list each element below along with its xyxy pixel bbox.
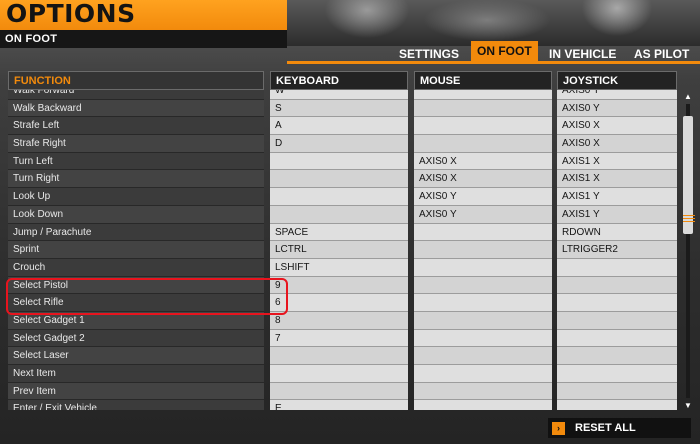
mouse-cell[interactable]	[414, 400, 552, 410]
joystick-cell[interactable]	[557, 400, 677, 410]
keyboard-cell[interactable]: LSHIFT	[270, 258, 408, 277]
mouse-cell[interactable]: AXIS0 X	[414, 152, 552, 171]
joystick-cell[interactable]: AXIS0 Y	[557, 90, 677, 100]
keyboard-cell[interactable]	[270, 188, 408, 206]
keyboard-cell[interactable]: 9	[270, 276, 408, 295]
keyboard-cell[interactable]: LCTRL	[270, 241, 408, 259]
annotation-highlight-box	[6, 278, 288, 315]
mouse-cell[interactable]: AXIS0 Y	[414, 188, 552, 206]
mouse-cell[interactable]	[414, 382, 552, 401]
reset-all-label: RESET ALL	[575, 422, 636, 434]
column-header-function: FUNCTION	[8, 71, 264, 90]
keyboard-cell[interactable]: S	[270, 99, 408, 118]
function-cell[interactable]: Crouch	[8, 258, 264, 277]
joystick-cell[interactable]: RDOWN	[557, 223, 677, 242]
function-cell[interactable]: Walk Backward	[8, 99, 264, 118]
reset-all-button[interactable]: › RESET ALL	[548, 418, 691, 438]
mouse-column: AXIS0 X AXIS0 X AXIS0 Y AXIS0 Y	[414, 90, 552, 410]
mouse-cell[interactable]: AXIS0 Y	[414, 205, 552, 224]
keyboard-cell[interactable]	[270, 365, 408, 383]
page-title: OPTIONS	[6, 0, 136, 28]
joystick-cell[interactable]: AXIS1 X	[557, 170, 677, 189]
mouse-cell[interactable]	[414, 99, 552, 118]
joystick-cell[interactable]	[557, 258, 677, 277]
tab-as-pilot[interactable]: AS PILOT	[634, 46, 689, 62]
function-cell[interactable]: Prev Item	[8, 382, 264, 401]
keyboard-cell[interactable]: 8	[270, 311, 408, 330]
keyboard-column: W S A D SPACE LCTRL LSHIFT 9 6 8 7 E	[270, 90, 408, 410]
mouse-cell[interactable]	[414, 241, 552, 259]
mouse-cell[interactable]	[414, 276, 552, 295]
function-cell[interactable]: Jump / Parachute	[8, 223, 264, 242]
function-cell[interactable]: Walk Forward	[8, 90, 264, 100]
function-cell[interactable]: Look Down	[8, 205, 264, 224]
function-cell[interactable]: Select Gadget 2	[8, 329, 264, 348]
mouse-cell[interactable]	[414, 135, 552, 153]
chevron-right-icon: ›	[552, 421, 565, 435]
joystick-cell[interactable]: AXIS1 Y	[557, 188, 677, 206]
tab-settings[interactable]: SETTINGS	[399, 46, 459, 62]
joystick-cell[interactable]: AXIS0 X	[557, 117, 677, 136]
keyboard-cell[interactable]	[270, 152, 408, 171]
keyboard-cell[interactable]: 7	[270, 329, 408, 348]
keyboard-cell[interactable]	[270, 170, 408, 189]
joystick-cell[interactable]	[557, 294, 677, 312]
function-cell[interactable]: Strafe Left	[8, 117, 264, 136]
keyboard-cell[interactable]: A	[270, 117, 408, 136]
scroll-down-icon[interactable]: ▼	[684, 401, 692, 410]
column-header-joystick: JOYSTICK	[557, 71, 677, 90]
keyboard-cell[interactable]	[270, 347, 408, 365]
keyboard-cell[interactable]	[270, 382, 408, 401]
function-cell[interactable]: Turn Right	[8, 170, 264, 189]
mouse-cell[interactable]: AXIS0 X	[414, 170, 552, 189]
mouse-cell[interactable]	[414, 329, 552, 348]
scroll-position-marker	[683, 215, 695, 223]
scrollbar[interactable]: ▲ ▼	[682, 92, 694, 410]
joystick-cell[interactable]	[557, 347, 677, 365]
joystick-cell[interactable]	[557, 311, 677, 330]
keyboard-cell[interactable]: 6	[270, 294, 408, 312]
function-cell[interactable]: Enter / Exit Vehicle	[8, 400, 264, 410]
function-cell[interactable]: Turn Left	[8, 152, 264, 171]
joystick-column: AXIS0 Y AXIS0 Y AXIS0 X AXIS0 X AXIS1 X AXIS1…	[557, 90, 677, 410]
mouse-cell[interactable]	[414, 311, 552, 330]
joystick-cell[interactable]: AXIS0 X	[557, 135, 677, 153]
joystick-cell[interactable]: AXIS0 Y	[557, 99, 677, 118]
mouse-cell[interactable]	[414, 223, 552, 242]
joystick-cell[interactable]: LTRIGGER2	[557, 241, 677, 259]
column-header-keyboard: KEYBOARD	[270, 71, 408, 90]
mouse-cell[interactable]	[414, 347, 552, 365]
keyboard-cell[interactable]: W	[270, 90, 408, 100]
function-cell[interactable]: Next Item	[8, 365, 264, 383]
joystick-cell[interactable]: AXIS1 X	[557, 152, 677, 171]
function-cell[interactable]: Strafe Right	[8, 135, 264, 153]
keyboard-cell[interactable]: E	[270, 400, 408, 410]
keyboard-cell[interactable]: SPACE	[270, 223, 408, 242]
function-column: Walk Forward Walk Backward Strafe Left Stra…	[8, 90, 264, 410]
scroll-up-icon[interactable]: ▲	[684, 92, 692, 101]
joystick-cell[interactable]: AXIS1 Y	[557, 205, 677, 224]
page-subtitle: ON FOOT	[5, 33, 58, 45]
keyboard-cell[interactable]	[270, 205, 408, 224]
column-header-mouse: MOUSE	[414, 71, 552, 90]
mouse-cell[interactable]	[414, 117, 552, 136]
joystick-cell[interactable]	[557, 276, 677, 295]
header-title-box: OPTIONS	[0, 0, 287, 30]
tab-on-foot[interactable]: ON FOOT	[471, 41, 538, 62]
function-cell[interactable]: Select Laser	[8, 347, 264, 365]
joystick-cell[interactable]	[557, 382, 677, 401]
tab-in-vehicle[interactable]: IN VEHICLE	[549, 46, 616, 62]
mouse-cell[interactable]	[414, 258, 552, 277]
mouse-cell[interactable]	[414, 294, 552, 312]
function-cell[interactable]: Look Up	[8, 188, 264, 206]
joystick-cell[interactable]	[557, 329, 677, 348]
mouse-cell[interactable]	[414, 365, 552, 383]
joystick-cell[interactable]	[557, 365, 677, 383]
function-cell[interactable]: Sprint	[8, 241, 264, 259]
keyboard-cell[interactable]: D	[270, 135, 408, 153]
header-background-art	[287, 0, 700, 46]
mouse-cell[interactable]	[414, 90, 552, 100]
